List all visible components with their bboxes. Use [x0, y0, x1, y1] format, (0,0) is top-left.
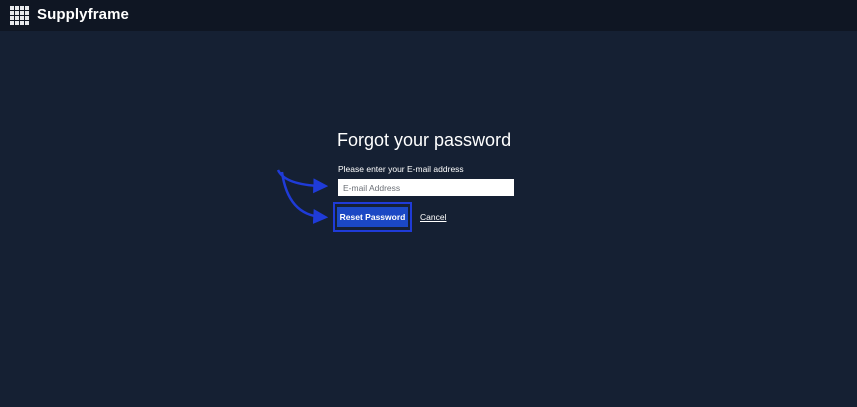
page-title: Forgot your password — [337, 130, 512, 150]
email-field[interactable] — [338, 179, 514, 196]
email-label: Please enter your E-mail address — [338, 164, 464, 174]
top-navbar: Supplyframe — [0, 0, 857, 31]
brand-name[interactable]: Supplyframe — [37, 5, 129, 25]
curved-arrow-icon — [280, 171, 329, 224]
grid-logo-icon[interactable] — [10, 6, 29, 25]
forgot-password-page: Supplyframe Forgot your password Please … — [0, 0, 857, 407]
annotation-arrows — [276, 169, 329, 224]
reset-password-button[interactable]: Reset Password — [337, 207, 408, 227]
curved-arrow-icon — [276, 169, 329, 194]
cancel-link[interactable]: Cancel — [420, 212, 446, 223]
